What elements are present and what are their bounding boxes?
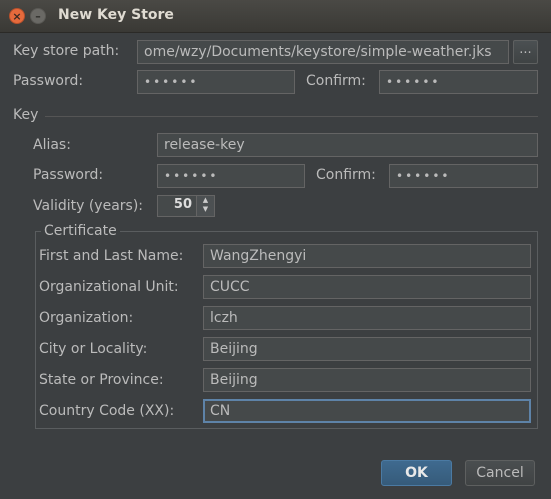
validity-spinner[interactable]: 50 ▲ ▼ — [157, 195, 215, 217]
certificate-group-title: Certificate — [41, 223, 120, 239]
close-window-button[interactable]: × — [9, 8, 25, 24]
minimize-window-button[interactable]: – — [30, 8, 46, 24]
alias-field[interactable]: release-key — [157, 133, 538, 157]
cancel-button[interactable]: Cancel — [465, 460, 535, 486]
key-password-field[interactable]: •••••• — [157, 164, 305, 188]
alias-label: Alias: — [33, 137, 71, 153]
window-title: New Key Store — [58, 7, 174, 23]
state-province-field[interactable]: Beijing — [203, 368, 531, 392]
close-icon: × — [12, 10, 22, 23]
spinner-down-icon[interactable]: ▼ — [197, 205, 214, 214]
validity-label: Validity (years): — [33, 198, 144, 214]
key-store-path-label: Key store path: — [13, 43, 120, 59]
organizational-unit-field[interactable]: CUCC — [203, 275, 531, 299]
key-password-label: Password: — [33, 167, 104, 183]
city-locality-field[interactable]: Beijing — [203, 337, 531, 361]
key-section-divider — [45, 116, 538, 117]
ok-button[interactable]: OK — [381, 460, 452, 486]
key-section-title: Key — [13, 107, 39, 123]
minimize-icon: – — [35, 10, 41, 23]
spinner-up-icon[interactable]: ▲ — [197, 196, 214, 205]
first-last-name-field[interactable]: WangZhengyi — [203, 244, 531, 268]
keystore-password-label: Password: — [13, 73, 84, 89]
country-code-field[interactable]: CN — [203, 399, 531, 423]
keystore-confirm-label: Confirm: — [306, 73, 366, 89]
title-bar: × – New Key Store — [0, 0, 551, 33]
key-confirm-field[interactable]: •••••• — [389, 164, 538, 188]
organization-field[interactable]: lczh — [203, 306, 531, 330]
key-confirm-label: Confirm: — [316, 167, 376, 183]
key-store-path-field[interactable]: ome/wzy/Documents/keystore/simple-weathe… — [137, 40, 509, 64]
organizational-unit-label: Organizational Unit: — [39, 279, 179, 295]
state-province-label: State or Province: — [39, 372, 164, 388]
keystore-confirm-field[interactable]: •••••• — [379, 70, 538, 94]
keystore-password-field[interactable]: •••••• — [137, 70, 295, 94]
validity-value[interactable]: 50 — [174, 197, 192, 212]
browse-button[interactable]: ... — [513, 40, 538, 64]
first-last-name-label: First and Last Name: — [39, 248, 184, 264]
organization-label: Organization: — [39, 310, 134, 326]
country-code-label: Country Code (XX): — [39, 403, 175, 419]
spinner-arrows[interactable]: ▲ ▼ — [196, 196, 214, 216]
city-locality-label: City or Locality: — [39, 341, 148, 357]
